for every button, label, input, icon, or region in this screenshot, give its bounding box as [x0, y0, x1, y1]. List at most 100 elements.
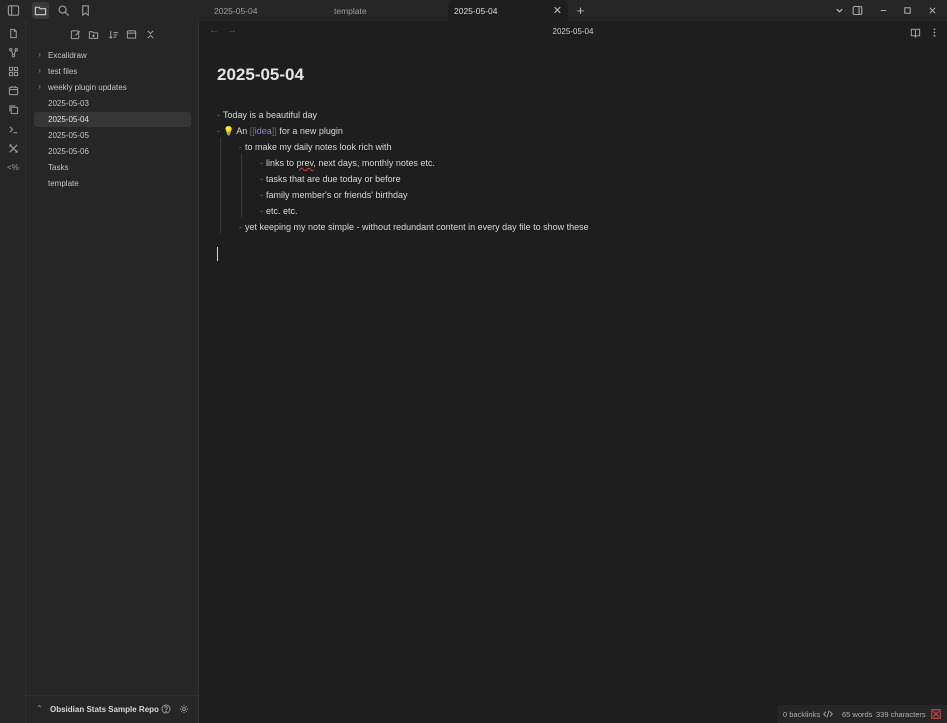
view-header-title[interactable]: 2025-05-04 [199, 27, 947, 36]
tree-item-label: 2025-05-06 [48, 147, 89, 156]
tree-item-label: Tasks [48, 163, 69, 172]
collapse-icon[interactable] [124, 27, 138, 41]
close-window-icon[interactable] [925, 3, 939, 17]
ribbon: <% [0, 21, 26, 723]
tab-label: 2025-05-04 [214, 5, 258, 16]
search-icon[interactable] [55, 2, 72, 19]
maximize-icon[interactable] [900, 3, 914, 17]
tab-template[interactable]: template [326, 0, 444, 21]
text-cursor [217, 247, 218, 261]
word-count: 65 words [842, 710, 873, 719]
vault-name: Obsidian Stats Sample Repo [50, 705, 159, 714]
file-2025-05-05[interactable]: 2025-05-05 [34, 128, 191, 143]
list-item[interactable]: - yet keeping my note simple - without re… [239, 222, 589, 232]
list-bullet: - [239, 142, 242, 152]
collapse-all-icon[interactable] [143, 27, 157, 41]
tree-item-label: test files [48, 67, 78, 76]
indent-guide [241, 154, 242, 217]
list-item[interactable]: - tasks that are due today or before [260, 174, 401, 184]
tab-label: 2025-05-04 [454, 5, 498, 16]
toggle-left-sidebar-icon[interactable] [5, 2, 22, 19]
chevron-right-icon: › [38, 65, 41, 75]
backlinks-count[interactable]: 0 backlinks [783, 710, 820, 719]
list-item[interactable]: - etc. etc. [260, 206, 298, 216]
status-bar: 0 backlinks 65 words 339 characters [777, 705, 947, 723]
list-item-text: yet keeping my note simple - without red… [245, 222, 589, 232]
list-item[interactable]: - Today is a beautiful day [217, 110, 317, 120]
help-icon[interactable] [160, 703, 172, 715]
minimize-icon[interactable] [876, 3, 890, 17]
file-explorer-icon[interactable] [32, 2, 49, 19]
view-header: ← → 2025-05-04 [199, 21, 947, 43]
file-2025-05-06[interactable]: 2025-05-06 [34, 144, 191, 159]
tab-2025-05-04-active[interactable]: 2025-05-04 ✕ [448, 0, 568, 21]
code-percent-icon[interactable]: <% [5, 159, 21, 175]
title-bar: 2025-05-04 template 2025-05-04 ✕ + [0, 0, 947, 21]
tree-item-label: weekly plugin updates [48, 83, 127, 92]
vault-chevron-icon: ⌃ [36, 704, 43, 713]
file-2025-05-03[interactable]: 2025-05-03 [34, 96, 191, 111]
files-icon[interactable] [5, 25, 21, 41]
list-bullet: - [260, 206, 263, 216]
misspelled-word[interactable]: prev [297, 158, 314, 168]
sort-icon[interactable] [106, 27, 120, 41]
wikilink-idea[interactable]: [[idea]] [250, 126, 277, 136]
list-bullet: - [260, 174, 263, 184]
lightbulb-emoji: 💡 [223, 126, 235, 136]
folder-test-files[interactable]: › test files [34, 64, 191, 79]
tree-item-label: 2025-05-04 [48, 115, 89, 124]
calendar-icon[interactable] [5, 82, 21, 98]
more-options-icon[interactable] [928, 26, 940, 38]
file-explorer-sidebar: › Excalidraw › test files › weekly plugi… [26, 21, 199, 723]
canvas-icon[interactable] [5, 63, 21, 79]
copy-icon[interactable] [5, 101, 21, 117]
list-item-text: tasks that are due today or before [266, 174, 401, 184]
source-mode-code-icon[interactable] [823, 709, 833, 719]
bookmark-icon[interactable] [77, 2, 94, 19]
folder-excalidraw[interactable]: › Excalidraw [34, 48, 191, 63]
new-folder-icon[interactable] [86, 27, 100, 41]
tab-label: template [334, 5, 367, 16]
list-item[interactable]: - 💡 An [[idea]] for a new plugin [217, 126, 343, 137]
list-item-text: family member's or friends' birthday [266, 190, 408, 200]
tab-list-chevron-down-icon[interactable] [832, 3, 846, 17]
editor-pane: ← → 2025-05-04 2025-05-04 - Today is a be… [199, 21, 947, 723]
list-item-text: for a new plugin [279, 126, 343, 136]
wikilink-text: idea [254, 126, 272, 136]
tree-item-label: template [48, 179, 79, 188]
list-item[interactable]: - family member's or friends' birthday [260, 190, 407, 200]
list-item[interactable]: - to make my daily notes look rich with [239, 142, 392, 152]
list-bullet: - [217, 110, 220, 120]
character-count: 339 characters [876, 710, 926, 719]
list-bullet: - [217, 126, 220, 136]
tab-2025-05-04-first[interactable]: 2025-05-04 [206, 0, 324, 21]
new-note-icon[interactable] [68, 27, 82, 41]
reading-view-book-icon[interactable] [909, 26, 921, 38]
chevron-right-icon: › [38, 49, 41, 59]
list-item[interactable]: - links to prev, next days, monthly notes… [260, 158, 435, 168]
wikilink-bracket: ]] [271, 126, 277, 136]
close-tab-icon[interactable]: ✕ [553, 4, 562, 17]
new-tab-icon[interactable]: + [572, 2, 589, 19]
folder-weekly-plugin-updates[interactable]: › weekly plugin updates [34, 80, 191, 95]
tree-item-label: Excalidraw [48, 51, 87, 60]
list-item-text: to make my daily notes look rich with [245, 142, 392, 152]
list-bullet: - [260, 190, 263, 200]
indent-guide [220, 138, 221, 233]
toggle-right-sidebar-icon[interactable] [850, 3, 864, 17]
file-tasks[interactable]: Tasks [34, 160, 191, 175]
excalidraw-icon[interactable] [5, 140, 21, 156]
file-2025-05-04[interactable]: 2025-05-04 [34, 112, 191, 127]
vault-switcher[interactable]: ⌃ Obsidian Stats Sample Repo [26, 695, 199, 723]
graph-view-icon[interactable] [5, 44, 21, 60]
sync-error-icon[interactable] [931, 709, 941, 719]
list-item-text: Today is a beautiful day [223, 110, 318, 120]
list-item-text: etc. etc. [266, 206, 298, 216]
file-template[interactable]: template [34, 176, 191, 191]
list-item-text: An [236, 126, 248, 136]
settings-gear-icon[interactable] [178, 703, 190, 715]
terminal-icon[interactable] [5, 121, 21, 137]
list-bullet: - [260, 158, 263, 168]
note-title[interactable]: 2025-05-04 [217, 65, 304, 85]
chevron-right-icon: › [38, 81, 41, 91]
